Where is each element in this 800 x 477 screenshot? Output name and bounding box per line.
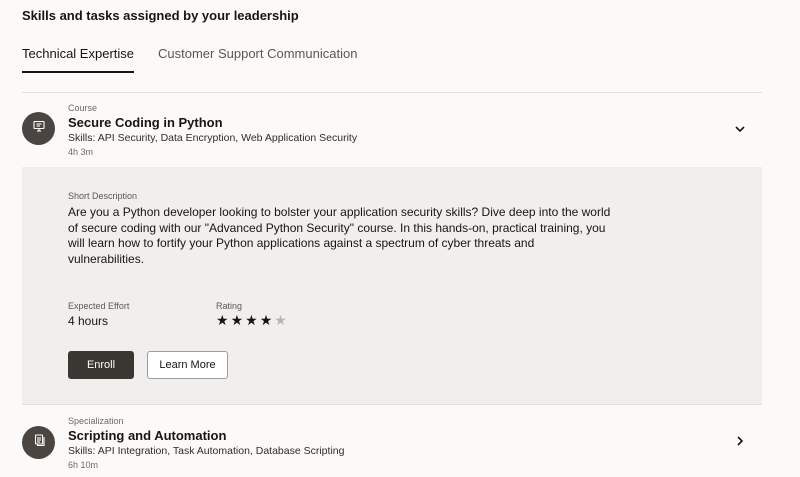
learn-more-button[interactable]: Learn More: [147, 351, 228, 379]
rating-stars: ★ ★ ★ ★ ★: [216, 313, 287, 327]
item-skills: Skills: API Integration, Task Automation…: [68, 445, 345, 457]
star-icon: ★: [245, 312, 258, 328]
short-description-label: Short Description: [68, 191, 138, 201]
chevron-right-icon[interactable]: [732, 433, 748, 449]
star-icon: ★: [216, 312, 229, 328]
tab-technical-expertise[interactable]: Technical Expertise: [22, 46, 134, 73]
presentation-board-icon: [32, 119, 46, 138]
short-description-text: Are you a Python developer looking to bo…: [68, 205, 611, 266]
section-title: Skills and tasks assigned by your leader…: [22, 8, 299, 23]
item-meta: Course Secure Coding in Python Skills: A…: [68, 103, 357, 158]
enroll-button[interactable]: Enroll: [68, 351, 134, 379]
document-stack-icon: [32, 433, 46, 452]
item-title[interactable]: Secure Coding in Python: [68, 115, 357, 131]
item-type-label: Specialization: [68, 416, 124, 426]
expected-effort-label: Expected Effort: [68, 301, 130, 311]
course-avatar: [22, 112, 55, 145]
tab-customer-support-communication[interactable]: Customer Support Communication: [158, 46, 357, 73]
item-skills: Skills: API Security, Data Encryption, W…: [68, 132, 358, 144]
star-icon: ★: [274, 312, 287, 328]
learning-item-scripting-automation[interactable]: Specialization Scripting and Automation …: [22, 404, 762, 477]
learning-item-secure-coding[interactable]: Course Secure Coding in Python Skills: A…: [22, 93, 762, 167]
item-title[interactable]: Scripting and Automation: [68, 428, 344, 444]
star-icon: ★: [259, 312, 273, 328]
star-icon: ★: [230, 312, 244, 328]
tab-bar: Technical Expertise Customer Support Com…: [22, 46, 381, 73]
expected-effort-value: 4 hours: [68, 314, 109, 328]
item-detail-panel: Short Description Are you a Python devel…: [22, 167, 762, 404]
specialization-avatar: [22, 426, 55, 459]
rating-label: Rating: [216, 301, 243, 311]
item-type-label: Course: [68, 103, 98, 113]
item-duration: 6h 10m: [68, 460, 99, 470]
chevron-down-icon[interactable]: [732, 121, 748, 137]
item-duration: 4h 3m: [68, 147, 94, 157]
item-meta: Specialization Scripting and Automation …: [68, 416, 344, 471]
